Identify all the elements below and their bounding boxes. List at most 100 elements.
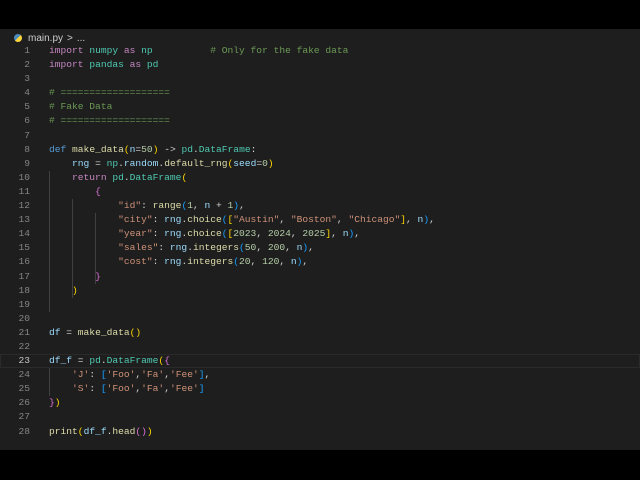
code-line[interactable]: 6 # =================== bbox=[0, 114, 640, 128]
code-token: , bbox=[406, 214, 418, 226]
code-line[interactable]: 8 def make_data(n=50) -> pd.DataFrame: bbox=[0, 143, 640, 157]
line-number: 13 bbox=[18, 214, 30, 226]
code-token: range bbox=[152, 200, 182, 212]
code-line[interactable]: 4 # =================== bbox=[0, 86, 640, 100]
code-token: ) bbox=[267, 157, 274, 169]
line-number: 2 bbox=[24, 59, 30, 71]
python-file-icon bbox=[14, 34, 22, 42]
code-token: np bbox=[106, 157, 119, 169]
code-line[interactable]: 25 'S': ['Foo','Fa','Fee'] bbox=[0, 382, 640, 396]
code-token: "Boston" bbox=[290, 214, 337, 226]
code-token: : bbox=[89, 383, 101, 395]
code-line[interactable]: 18 ) bbox=[0, 284, 640, 298]
line-number: 23 bbox=[18, 355, 30, 367]
line-number: 7 bbox=[24, 129, 30, 141]
code-line[interactable]: 28 print(df_f.head()) bbox=[0, 425, 640, 439]
breadcrumb-file[interactable]: main.py bbox=[28, 33, 63, 44]
code-token: , bbox=[250, 256, 263, 268]
code-line[interactable]: 20 bbox=[0, 312, 640, 326]
code-line[interactable]: 15 "sales": rng.integers(50, 200, n), bbox=[0, 241, 640, 255]
code-token: : bbox=[250, 143, 257, 155]
breadcrumb-symbols[interactable]: ... bbox=[77, 33, 85, 44]
code-line[interactable]: 24 'J': ['Foo','Fa','Fee'], bbox=[0, 368, 640, 382]
line-text: def make_data(n=50) -> pd.DataFrame: bbox=[49, 143, 256, 157]
code-token: 'Fee' bbox=[169, 369, 199, 381]
line-number: 8 bbox=[24, 143, 30, 155]
line-number: 4 bbox=[24, 87, 30, 99]
line-number: 25 bbox=[18, 383, 30, 395]
code-token: 200 bbox=[267, 242, 286, 254]
code-token: 'Fee' bbox=[169, 383, 199, 395]
code-line[interactable]: 13 "city": rng.choice(["Austin", "Boston… bbox=[0, 213, 640, 227]
code-token: , bbox=[302, 256, 309, 268]
code-line[interactable]: 26}) bbox=[0, 396, 640, 410]
code-token: 20 bbox=[239, 256, 251, 268]
code-lines[interactable]: 1 import numpy as np # Only for the fake … bbox=[0, 44, 640, 439]
code-token: 'Foo' bbox=[106, 383, 136, 395]
code-token: : bbox=[158, 242, 170, 254]
code-token: head bbox=[112, 425, 136, 437]
line-text: # Fake Data bbox=[49, 100, 112, 114]
line-text: 'S': ['Foo','Fa','Fee'] bbox=[49, 382, 204, 396]
code-token: integers bbox=[192, 242, 240, 254]
line-number: 15 bbox=[18, 242, 30, 254]
code-token: = bbox=[72, 355, 90, 367]
line-text: # =================== bbox=[49, 86, 170, 100]
code-token: 2023 bbox=[233, 228, 257, 240]
code-token: seed bbox=[233, 157, 257, 169]
code-line[interactable]: 21 df = make_data() bbox=[0, 326, 640, 340]
code-token: DataFrame bbox=[198, 143, 251, 155]
code-token: , bbox=[239, 200, 245, 212]
line-number: 11 bbox=[18, 185, 30, 197]
code-line[interactable]: 14 "year": rng.choice([2023, 2024, 2025]… bbox=[0, 227, 640, 241]
code-line[interactable]: 27 bbox=[0, 410, 640, 424]
code-line[interactable]: 19 bbox=[0, 298, 640, 312]
code-token: , bbox=[279, 256, 291, 268]
code-token: , bbox=[192, 200, 205, 212]
code-token: rng bbox=[164, 214, 182, 226]
code-token: 'Fa' bbox=[141, 369, 165, 381]
code-token: , bbox=[331, 228, 343, 240]
code-line[interactable]: 16 "cost": rng.integers(20, 120, n), bbox=[0, 255, 640, 269]
code-editor[interactable]: main.py > ... 1 import numpy as np # Only… bbox=[0, 29, 640, 450]
code-line[interactable]: 9 rng = np.random.default_rng(seed=0) bbox=[0, 157, 640, 171]
code-token: -> bbox=[158, 143, 182, 155]
line-number: 18 bbox=[18, 284, 30, 296]
code-token: 120 bbox=[262, 256, 280, 268]
code-line[interactable]: 17 } bbox=[0, 270, 640, 284]
line-text: import pandas as pd bbox=[49, 58, 158, 72]
code-line[interactable]: 22 bbox=[0, 340, 640, 354]
code-line[interactable]: 23 df_f = pd.DataFrame({ bbox=[0, 354, 640, 368]
code-token: 2024 bbox=[267, 228, 291, 240]
code-token: numpy bbox=[89, 45, 119, 56]
code-token: 'Foo' bbox=[106, 369, 136, 381]
code-token: integers bbox=[187, 256, 234, 268]
code-line[interactable]: 1 import numpy as np # Only for the fake … bbox=[0, 44, 640, 58]
code-line[interactable]: 2 import pandas as pd bbox=[0, 58, 640, 72]
line-number: 20 bbox=[18, 312, 30, 324]
code-token: + bbox=[210, 200, 228, 212]
line-text: ) bbox=[49, 284, 78, 298]
code-token: , bbox=[256, 228, 268, 240]
code-token: rng bbox=[164, 256, 182, 268]
code-token: , bbox=[354, 228, 360, 240]
code-line[interactable]: 12 "id": range(1, n + 1), bbox=[0, 199, 640, 213]
code-line[interactable]: 11 { bbox=[0, 185, 640, 199]
code-token: { bbox=[95, 185, 101, 197]
code-token: pd bbox=[89, 355, 101, 367]
breadcrumb: main.py > ... bbox=[14, 31, 85, 45]
code-token: # Only for the fake data bbox=[210, 45, 349, 56]
code-line[interactable]: 5 # Fake Data bbox=[0, 100, 640, 114]
code-line[interactable]: 3 bbox=[0, 72, 640, 86]
code-line[interactable]: 7 bbox=[0, 129, 640, 143]
line-number: 21 bbox=[18, 326, 30, 338]
code-token: df bbox=[49, 326, 61, 338]
code-line[interactable]: 10 return pd.DataFrame( bbox=[0, 171, 640, 185]
code-token: 'S' bbox=[72, 383, 90, 395]
line-number: 19 bbox=[18, 298, 30, 310]
